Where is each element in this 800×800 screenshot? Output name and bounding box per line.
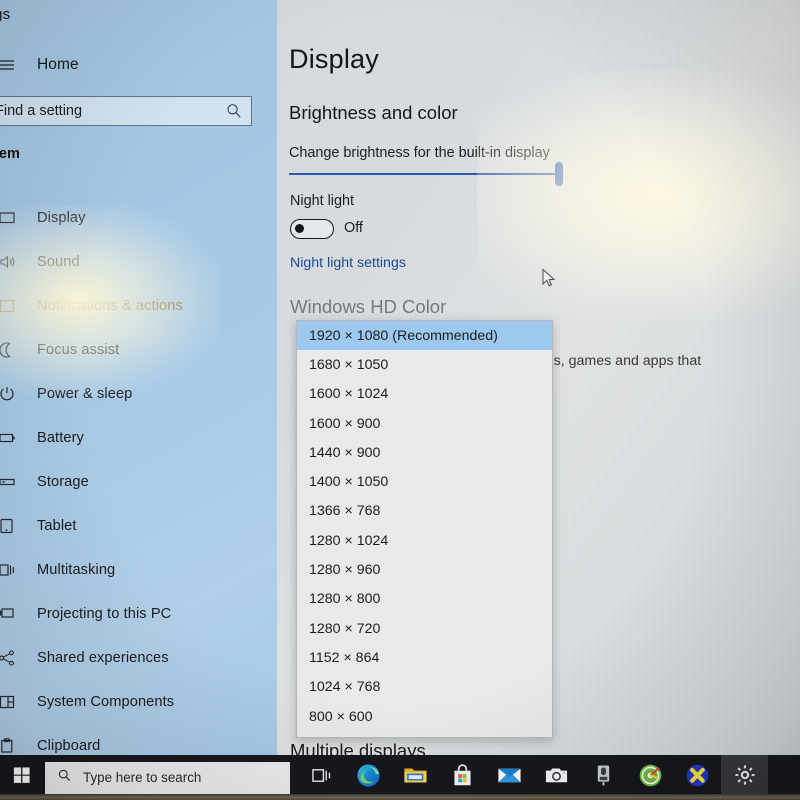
resolution-option[interactable]: 1400 × 1050 xyxy=(297,467,552,496)
task-view-icon xyxy=(311,766,332,790)
sidebar-item-home-label: Home xyxy=(37,56,79,73)
resolution-option[interactable]: 1366 × 768 xyxy=(297,497,552,526)
sidebar-item-battery-label: Battery xyxy=(37,430,84,446)
sidebar-item-display[interactable]: Display xyxy=(0,196,277,240)
resolution-option[interactable]: 800 × 600 xyxy=(297,702,552,731)
sidebar-item-sound[interactable]: Sound xyxy=(0,240,277,284)
resolution-option[interactable]: 1280 × 800 xyxy=(297,585,552,614)
settings-window: tings Home Find a setting stem xyxy=(0,0,800,760)
sidebar-item-display-label: Display xyxy=(37,210,86,226)
resolution-option[interactable]: 1600 × 1024 xyxy=(297,380,552,409)
sidebar-item-storage-label: Storage xyxy=(37,474,89,490)
sidebar-item-focus-assist[interactable]: Focus assist xyxy=(0,328,277,372)
sidebar-item-list: Display Sound Notifications & actions Fo… xyxy=(0,196,277,760)
camera-icon xyxy=(544,765,569,790)
microsoft-store-icon xyxy=(451,763,474,792)
brightness-section-heading: Brightness and color xyxy=(289,102,458,123)
sidebar-item-multitasking-label: Multitasking xyxy=(37,562,116,578)
sidebar-item-projecting-label: Projecting to this PC xyxy=(37,606,172,622)
speaker-icon xyxy=(0,253,16,271)
taskbar-search-placeholder: Type here to search xyxy=(83,770,202,785)
media-disc-icon xyxy=(638,763,663,793)
resolution-option[interactable]: 1280 × 960 xyxy=(297,555,552,584)
sidebar-item-battery[interactable]: Battery xyxy=(0,416,277,460)
hdr-section-description: deos, games and apps that xyxy=(530,353,702,369)
resolution-dropdown-list[interactable]: 1920 × 1080 (Recommended) 1680 × 1050 16… xyxy=(296,320,553,738)
tablet-icon xyxy=(0,517,16,535)
voice-recorder-icon xyxy=(594,764,613,792)
resolution-option[interactable]: 1280 × 720 xyxy=(297,614,552,643)
screen-photo: tings Home Find a setting stem xyxy=(0,0,800,800)
brightness-slider[interactable] xyxy=(289,162,563,186)
sidebar-group-title: stem xyxy=(0,146,20,162)
resolution-option[interactable]: 1680 × 1050 xyxy=(297,350,552,379)
sidebar-item-power-sleep-label: Power & sleep xyxy=(37,386,133,402)
projector-icon xyxy=(0,605,16,623)
resolution-option[interactable]: 1152 × 864 xyxy=(297,643,552,672)
moon-icon xyxy=(0,341,16,359)
hdr-section-heading: Windows HD Color xyxy=(290,296,447,317)
brightness-slider-label: Change brightness for the built-in displ… xyxy=(289,145,550,161)
sidebar-item-projecting-to-this-pc[interactable]: Projecting to this PC xyxy=(0,592,277,636)
sidebar-item-multitasking[interactable]: Multitasking xyxy=(0,548,277,592)
night-light-toggle[interactable] xyxy=(290,219,334,239)
mail-icon xyxy=(497,765,522,790)
settings-navigation-pane: tings Home Find a setting stem xyxy=(0,0,277,760)
search-placeholder: Find a setting xyxy=(0,103,83,119)
sidebar-item-notifications[interactable]: Notifications & actions xyxy=(0,284,277,328)
monitor-icon xyxy=(0,209,16,227)
sidebar-item-storage[interactable]: Storage xyxy=(0,460,277,504)
sidebar-item-power-sleep[interactable]: Power & sleep xyxy=(0,372,277,416)
sidebar-item-focus-assist-label: Focus assist xyxy=(37,342,120,358)
clipboard-icon xyxy=(0,737,16,755)
x-badge-icon xyxy=(685,763,710,793)
windows-logo-icon xyxy=(13,766,31,789)
sidebar-item-home[interactable]: Home xyxy=(0,56,79,74)
components-icon xyxy=(0,693,16,711)
search-icon xyxy=(57,768,72,788)
night-light-label: Night light xyxy=(290,193,354,209)
search-input[interactable]: Find a setting xyxy=(0,96,252,126)
share-icon xyxy=(0,649,16,667)
resolution-option[interactable]: 1440 × 900 xyxy=(297,438,552,467)
file-explorer-icon xyxy=(403,764,428,791)
resolution-option[interactable]: 1920 × 1080 (Recommended) xyxy=(297,321,552,351)
sidebar-item-system-components-label: System Components xyxy=(37,694,175,710)
sidebar-item-tablet-label: Tablet xyxy=(37,518,77,534)
window-title: tings xyxy=(0,6,11,23)
sidebar-item-notifications-label: Notifications & actions xyxy=(37,298,183,314)
photo-bottom-edge xyxy=(0,794,800,800)
resolution-option[interactable]: 1024 × 768 xyxy=(297,673,552,702)
resolution-option[interactable]: 1600 × 900 xyxy=(297,409,552,438)
settings-gear-icon xyxy=(733,763,757,792)
notification-icon xyxy=(0,297,16,315)
taskbar-search-input[interactable]: Type here to search xyxy=(45,761,290,794)
storage-icon xyxy=(0,473,16,491)
sidebar-item-sound-label: Sound xyxy=(37,254,80,270)
sidebar-item-shared-experiences[interactable]: Shared experiences xyxy=(0,636,277,680)
sidebar-item-clipboard-label: Clipboard xyxy=(37,738,101,754)
hamburger-icon xyxy=(0,56,16,74)
brightness-slider-track xyxy=(289,173,559,176)
search-icon xyxy=(225,102,243,120)
night-light-settings-link[interactable]: Night light settings xyxy=(290,255,406,271)
sidebar-item-system-components[interactable]: System Components xyxy=(0,680,277,724)
battery-icon xyxy=(0,429,16,447)
night-light-toggle-state: Off xyxy=(344,220,363,236)
brightness-slider-thumb[interactable] xyxy=(555,162,563,186)
multitasking-icon xyxy=(0,561,16,579)
sidebar-item-shared-experiences-label: Shared experiences xyxy=(37,650,169,666)
page-title: Display xyxy=(289,44,379,74)
night-light-toggle-knob xyxy=(295,224,304,233)
resolution-option[interactable]: 1280 × 1024 xyxy=(297,526,552,555)
sidebar-item-tablet[interactable]: Tablet xyxy=(0,504,277,548)
microsoft-edge-icon xyxy=(356,763,381,793)
power-icon xyxy=(0,385,16,403)
